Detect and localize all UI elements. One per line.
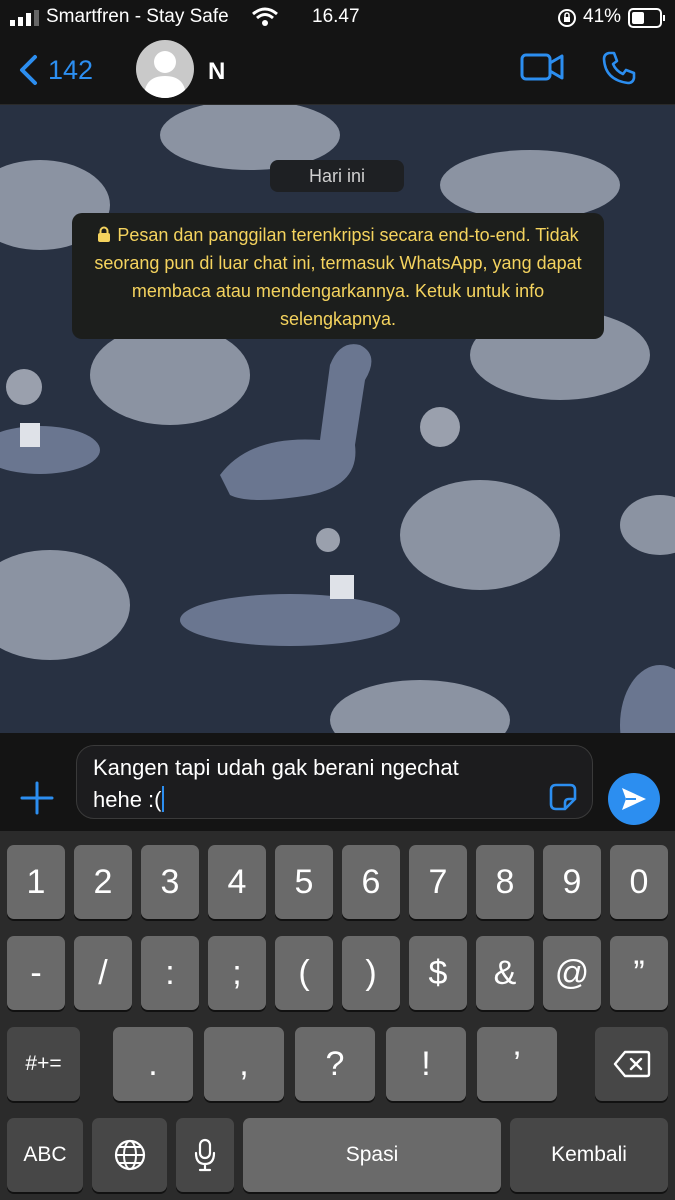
orientation-lock-icon [558, 9, 576, 27]
key-at[interactable]: @ [543, 936, 601, 1010]
key-abc[interactable]: ABC [7, 1118, 83, 1192]
keyboard: 1 2 3 4 5 6 7 8 9 0 - / : ; ( ) $ & @ ” … [0, 831, 675, 1200]
carrier-name: Smartfren - Stay Safe [46, 6, 229, 27]
chat-area[interactable]: Hari ini Pesan dan panggilan terenkripsi… [0, 105, 675, 733]
globe-icon [114, 1139, 145, 1171]
sticker-icon[interactable] [548, 782, 578, 812]
video-call-icon[interactable] [520, 52, 564, 82]
key-0[interactable]: 0 [610, 845, 668, 919]
key-quote[interactable]: ” [610, 936, 668, 1010]
plus-icon[interactable] [20, 781, 54, 815]
key-semicolon[interactable]: ; [208, 936, 266, 1010]
back-button[interactable]: 142 [18, 50, 93, 90]
clock: 16.47 [312, 6, 360, 27]
key-dollar[interactable]: $ [409, 936, 467, 1010]
key-ampersand[interactable]: & [476, 936, 534, 1010]
key-4[interactable]: 4 [208, 845, 266, 919]
key-question[interactable]: ? [295, 1027, 375, 1101]
globe-key[interactable] [92, 1118, 167, 1192]
key-close-paren[interactable]: ) [342, 936, 400, 1010]
avatar[interactable] [136, 40, 194, 98]
encryption-notice-text: Pesan dan panggilan terenkripsi secara e… [94, 225, 582, 329]
key-8[interactable]: 8 [476, 845, 534, 919]
key-period[interactable]: . [113, 1027, 193, 1101]
send-icon [622, 788, 646, 810]
lock-icon [98, 226, 111, 242]
key-colon[interactable]: : [141, 936, 199, 1010]
composer: Kangen tapi udah gak berani ngechat hehe… [0, 733, 675, 831]
wifi-icon [252, 7, 278, 26]
signal-icon [10, 10, 39, 26]
date-chip: Hari ini [270, 160, 404, 192]
key-exclamation[interactable]: ! [386, 1027, 466, 1101]
key-6[interactable]: 6 [342, 845, 400, 919]
key-3[interactable]: 3 [141, 845, 199, 919]
send-button[interactable] [608, 773, 660, 825]
key-apostrophe[interactable]: ’ [477, 1027, 557, 1101]
key-symbols-toggle[interactable]: #+= [7, 1027, 80, 1101]
avatar-icon [144, 51, 186, 98]
phone-icon[interactable] [601, 50, 637, 86]
key-5[interactable]: 5 [275, 845, 333, 919]
chat-header: 142 N [0, 36, 675, 105]
unread-count: 142 [48, 54, 94, 85]
key-comma[interactable]: , [204, 1027, 284, 1101]
key-slash[interactable]: / [74, 936, 132, 1010]
text-caret [161, 786, 164, 812]
key-2[interactable]: 2 [74, 845, 132, 919]
battery-icon [628, 8, 665, 28]
key-9[interactable]: 9 [543, 845, 601, 919]
back-chevron-icon [20, 55, 37, 85]
key-1[interactable]: 1 [7, 845, 65, 919]
key-7[interactable]: 7 [409, 845, 467, 919]
microphone-icon [194, 1138, 216, 1172]
message-text: Kangen tapi udah gak berani ngechat hehe… [93, 755, 459, 812]
encryption-notice[interactable]: Pesan dan panggilan terenkripsi secara e… [72, 213, 604, 339]
status-bar: Smartfren - Stay Safe 16.47 41% [0, 0, 675, 36]
battery-percent: 41% [583, 6, 622, 27]
delete-icon [613, 1050, 650, 1078]
dinosaur-wallpaper [0, 105, 675, 733]
microphone-key[interactable] [176, 1118, 234, 1192]
space-key[interactable]: Spasi [243, 1118, 501, 1192]
return-key[interactable]: Kembali [510, 1118, 668, 1192]
delete-key[interactable] [595, 1027, 668, 1101]
key-open-paren[interactable]: ( [275, 936, 333, 1010]
message-input[interactable]: Kangen tapi udah gak berani ngechat hehe… [76, 745, 593, 819]
contact-name[interactable]: N [208, 58, 225, 86]
key-hyphen[interactable]: - [7, 936, 65, 1010]
